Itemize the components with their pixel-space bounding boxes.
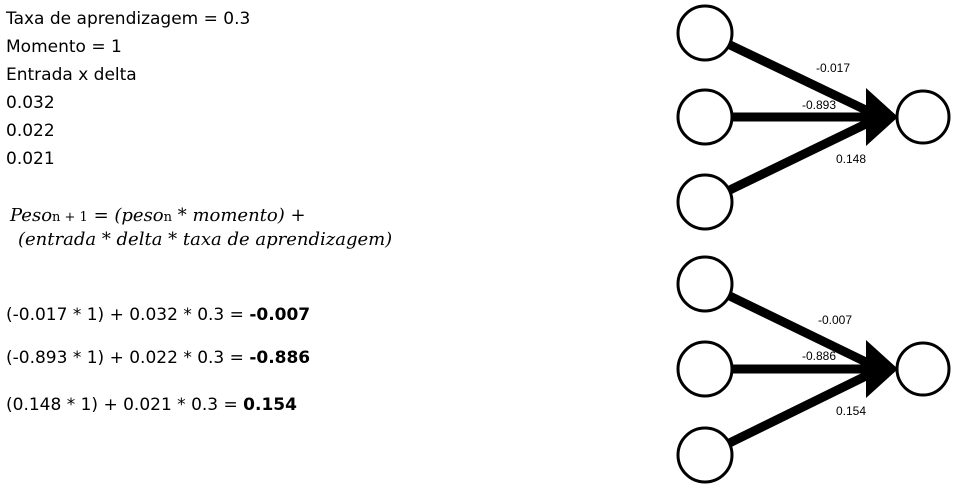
bottom-weight-label-1: -0.007 [818,313,852,327]
bottom-input-neuron-1 [676,255,734,313]
top-arrowhead [866,88,898,146]
top-input-neuron-2 [676,88,734,146]
bottom-input-neuron-2 [676,340,734,398]
bottom-input-neuron-3 [676,426,734,484]
top-input-neuron-1 [676,4,734,62]
bottom-output-neuron [895,341,951,397]
bottom-weight-label-3: 0.154 [836,404,866,418]
top-output-neuron [895,89,951,145]
top-weight-label-3: 0.148 [836,152,866,166]
top-weight-label-2: -0.893 [802,98,836,112]
bottom-arrowhead [866,340,898,398]
top-weight-label-1: -0.017 [816,61,850,75]
top-input-neuron-3 [676,173,734,231]
network-bottom: -0.007 -0.886 0.154 [676,255,951,484]
bottom-weight-label-2: -0.886 [802,349,836,363]
network-top: -0.017 -0.893 0.148 [676,4,951,231]
network-diagrams: -0.017 -0.893 0.148 -0.007 -0.886 0.154 [676,4,951,484]
